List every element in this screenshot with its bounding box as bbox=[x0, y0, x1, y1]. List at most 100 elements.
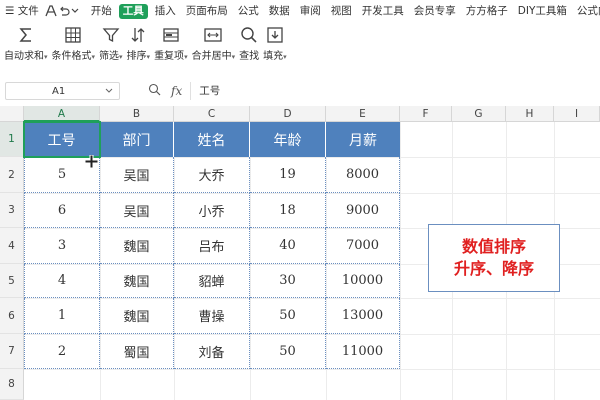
autosum-label: 自动求和 bbox=[4, 51, 44, 62]
table-header-cell[interactable]: 月薪 bbox=[326, 122, 400, 157]
table-cell[interactable]: 50 bbox=[250, 298, 326, 334]
menu-tab-formulas[interactable]: 公式 bbox=[233, 0, 264, 22]
insert-function-button[interactable]: fx bbox=[171, 84, 182, 98]
table-cell[interactable]: 11000 bbox=[326, 334, 400, 369]
autosum-button[interactable]: 自动求和▾ bbox=[4, 22, 48, 62]
chevron-down-icon: ▾ bbox=[44, 53, 48, 61]
sort-button[interactable]: 排序▾ bbox=[126, 22, 151, 62]
select-all-corner[interactable] bbox=[0, 106, 24, 122]
cell-cursor-icon bbox=[85, 155, 98, 172]
table-cell[interactable]: 吕布 bbox=[174, 228, 250, 264]
table-cell[interactable]: 小乔 bbox=[174, 193, 250, 228]
ribbon-toolbar: 自动求和▾ 条件格式▾ 筛选▾ 排序▾ 重复项▾ 合并居中▾ 查找 填充▾ bbox=[0, 22, 600, 66]
duplicate-icon bbox=[163, 28, 179, 42]
row-header-5[interactable]: 5 bbox=[0, 264, 24, 298]
table-cell[interactable]: 魏国 bbox=[100, 228, 174, 264]
table-cell[interactable]: 19 bbox=[250, 157, 326, 193]
row-header-4[interactable]: 4 bbox=[0, 228, 24, 264]
table-cell[interactable]: 13000 bbox=[326, 298, 400, 334]
table-cell[interactable]: 7000 bbox=[326, 228, 400, 264]
table-cell[interactable]: 9000 bbox=[326, 193, 400, 228]
menu-tab-fangfang[interactable]: 方方格子 bbox=[461, 0, 513, 22]
filter-button[interactable]: 筛选▾ bbox=[99, 22, 123, 62]
column-header-c[interactable]: C bbox=[174, 106, 250, 122]
table-cell[interactable]: 1 bbox=[24, 298, 100, 334]
table-cell[interactable]: 3 bbox=[24, 228, 100, 264]
table-header-cell[interactable]: 部门 bbox=[100, 122, 174, 157]
column-header-g[interactable]: G bbox=[452, 106, 506, 122]
menu-tab-page-layout[interactable]: 页面布局 bbox=[181, 0, 233, 22]
table-cell[interactable]: 大乔 bbox=[174, 157, 250, 193]
name-box[interactable]: A1 bbox=[5, 82, 120, 100]
table-cell[interactable]: 50 bbox=[250, 334, 326, 369]
table-cell[interactable]: 魏国 bbox=[100, 264, 174, 298]
table-cell[interactable]: 曹操 bbox=[174, 298, 250, 334]
print-preview-icon[interactable] bbox=[44, 3, 58, 19]
chevron-down-icon: ▾ bbox=[146, 53, 151, 61]
row-header-1[interactable]: 1 bbox=[0, 122, 24, 157]
fill-label: 填充 bbox=[263, 51, 284, 62]
row-header-8[interactable]: 8 bbox=[0, 369, 24, 400]
column-header-i[interactable]: I bbox=[554, 106, 600, 122]
table-cell[interactable]: 6 bbox=[24, 193, 100, 228]
column-header-d[interactable]: D bbox=[250, 106, 326, 122]
filter-label: 筛选 bbox=[99, 51, 120, 62]
duplicates-button[interactable]: 重复项▾ bbox=[154, 22, 188, 62]
row-header-7[interactable]: 7 bbox=[0, 334, 24, 369]
name-box-value: A1 bbox=[52, 85, 66, 97]
table-cell[interactable]: 4 bbox=[24, 264, 100, 298]
table-cell[interactable]: 吴国 bbox=[100, 157, 174, 193]
menu-tab-tools[interactable]: 工具 bbox=[118, 3, 148, 19]
menu-tab-formula-wizard[interactable]: 公式向导 bbox=[572, 0, 600, 22]
hamburger-icon: ☰ bbox=[5, 5, 15, 17]
search-icon bbox=[241, 27, 257, 43]
row-header-2[interactable]: 2 bbox=[0, 157, 24, 193]
undo-icon[interactable] bbox=[58, 3, 70, 19]
sort-label: 排序 bbox=[126, 51, 147, 62]
menu-tab-view[interactable]: 视图 bbox=[326, 0, 357, 22]
more-dropdown-icon[interactable] bbox=[70, 3, 80, 19]
formula-input[interactable]: 工号 bbox=[190, 82, 600, 100]
column-header-a[interactable]: A bbox=[24, 106, 100, 122]
table-cell[interactable]: 18 bbox=[250, 193, 326, 228]
chevron-down-icon: ▾ bbox=[283, 53, 287, 61]
column-header-f[interactable]: F bbox=[400, 106, 452, 122]
column-header-h[interactable]: H bbox=[506, 106, 554, 122]
column-header-e[interactable]: E bbox=[326, 106, 400, 122]
row-header-6[interactable]: 6 bbox=[0, 298, 24, 334]
chevron-down-icon: ▾ bbox=[91, 53, 96, 61]
fill-button[interactable]: 填充▾ bbox=[263, 22, 287, 62]
menu-tab-member[interactable]: 会员专享 bbox=[409, 0, 461, 22]
find-button[interactable]: 查找 bbox=[239, 22, 259, 62]
conditional-format-label: 条件格式 bbox=[51, 51, 92, 62]
conditional-format-button[interactable]: 条件格式▾ bbox=[51, 22, 96, 62]
table-cell[interactable]: 蜀国 bbox=[100, 334, 174, 369]
table-cell[interactable]: 40 bbox=[250, 228, 326, 264]
menu-tab-home[interactable]: 开始 bbox=[86, 0, 117, 22]
table-cell[interactable]: 10000 bbox=[326, 264, 400, 298]
active-cell-selection[interactable] bbox=[23, 121, 101, 158]
annotation-line-1: 数值排序 bbox=[461, 237, 526, 256]
annotation-box: 数值排序 升序、降序 bbox=[428, 224, 560, 292]
table-cell[interactable]: 吴国 bbox=[100, 193, 174, 228]
table-cell[interactable]: 刘备 bbox=[174, 334, 250, 369]
table-cell[interactable]: 貂蝉 bbox=[174, 264, 250, 298]
duplicates-label: 重复项 bbox=[154, 51, 185, 62]
file-menu[interactable]: ☰ 文件 bbox=[0, 0, 44, 22]
menu-tab-developer[interactable]: 开发工具 bbox=[357, 0, 409, 22]
table-header-cell[interactable]: 姓名 bbox=[174, 122, 250, 157]
menu-tab-review[interactable]: 审阅 bbox=[295, 0, 326, 22]
column-header-b[interactable]: B bbox=[100, 106, 174, 122]
zoom-icon[interactable] bbox=[148, 83, 161, 99]
table-header-cell[interactable]: 年龄 bbox=[250, 122, 326, 157]
menu-tab-data[interactable]: 数据 bbox=[264, 0, 295, 22]
table-cell[interactable]: 2 bbox=[24, 334, 100, 369]
sigma-icon bbox=[19, 28, 31, 42]
table-cell[interactable]: 30 bbox=[250, 264, 326, 298]
menu-tab-insert[interactable]: 插入 bbox=[150, 0, 181, 22]
row-header-3[interactable]: 3 bbox=[0, 193, 24, 228]
merge-center-button[interactable]: 合并居中▾ bbox=[192, 22, 235, 62]
table-cell[interactable]: 8000 bbox=[326, 157, 400, 193]
table-cell[interactable]: 魏国 bbox=[100, 298, 174, 334]
menu-tab-diy-toolbox[interactable]: DIY工具箱 bbox=[513, 0, 572, 22]
